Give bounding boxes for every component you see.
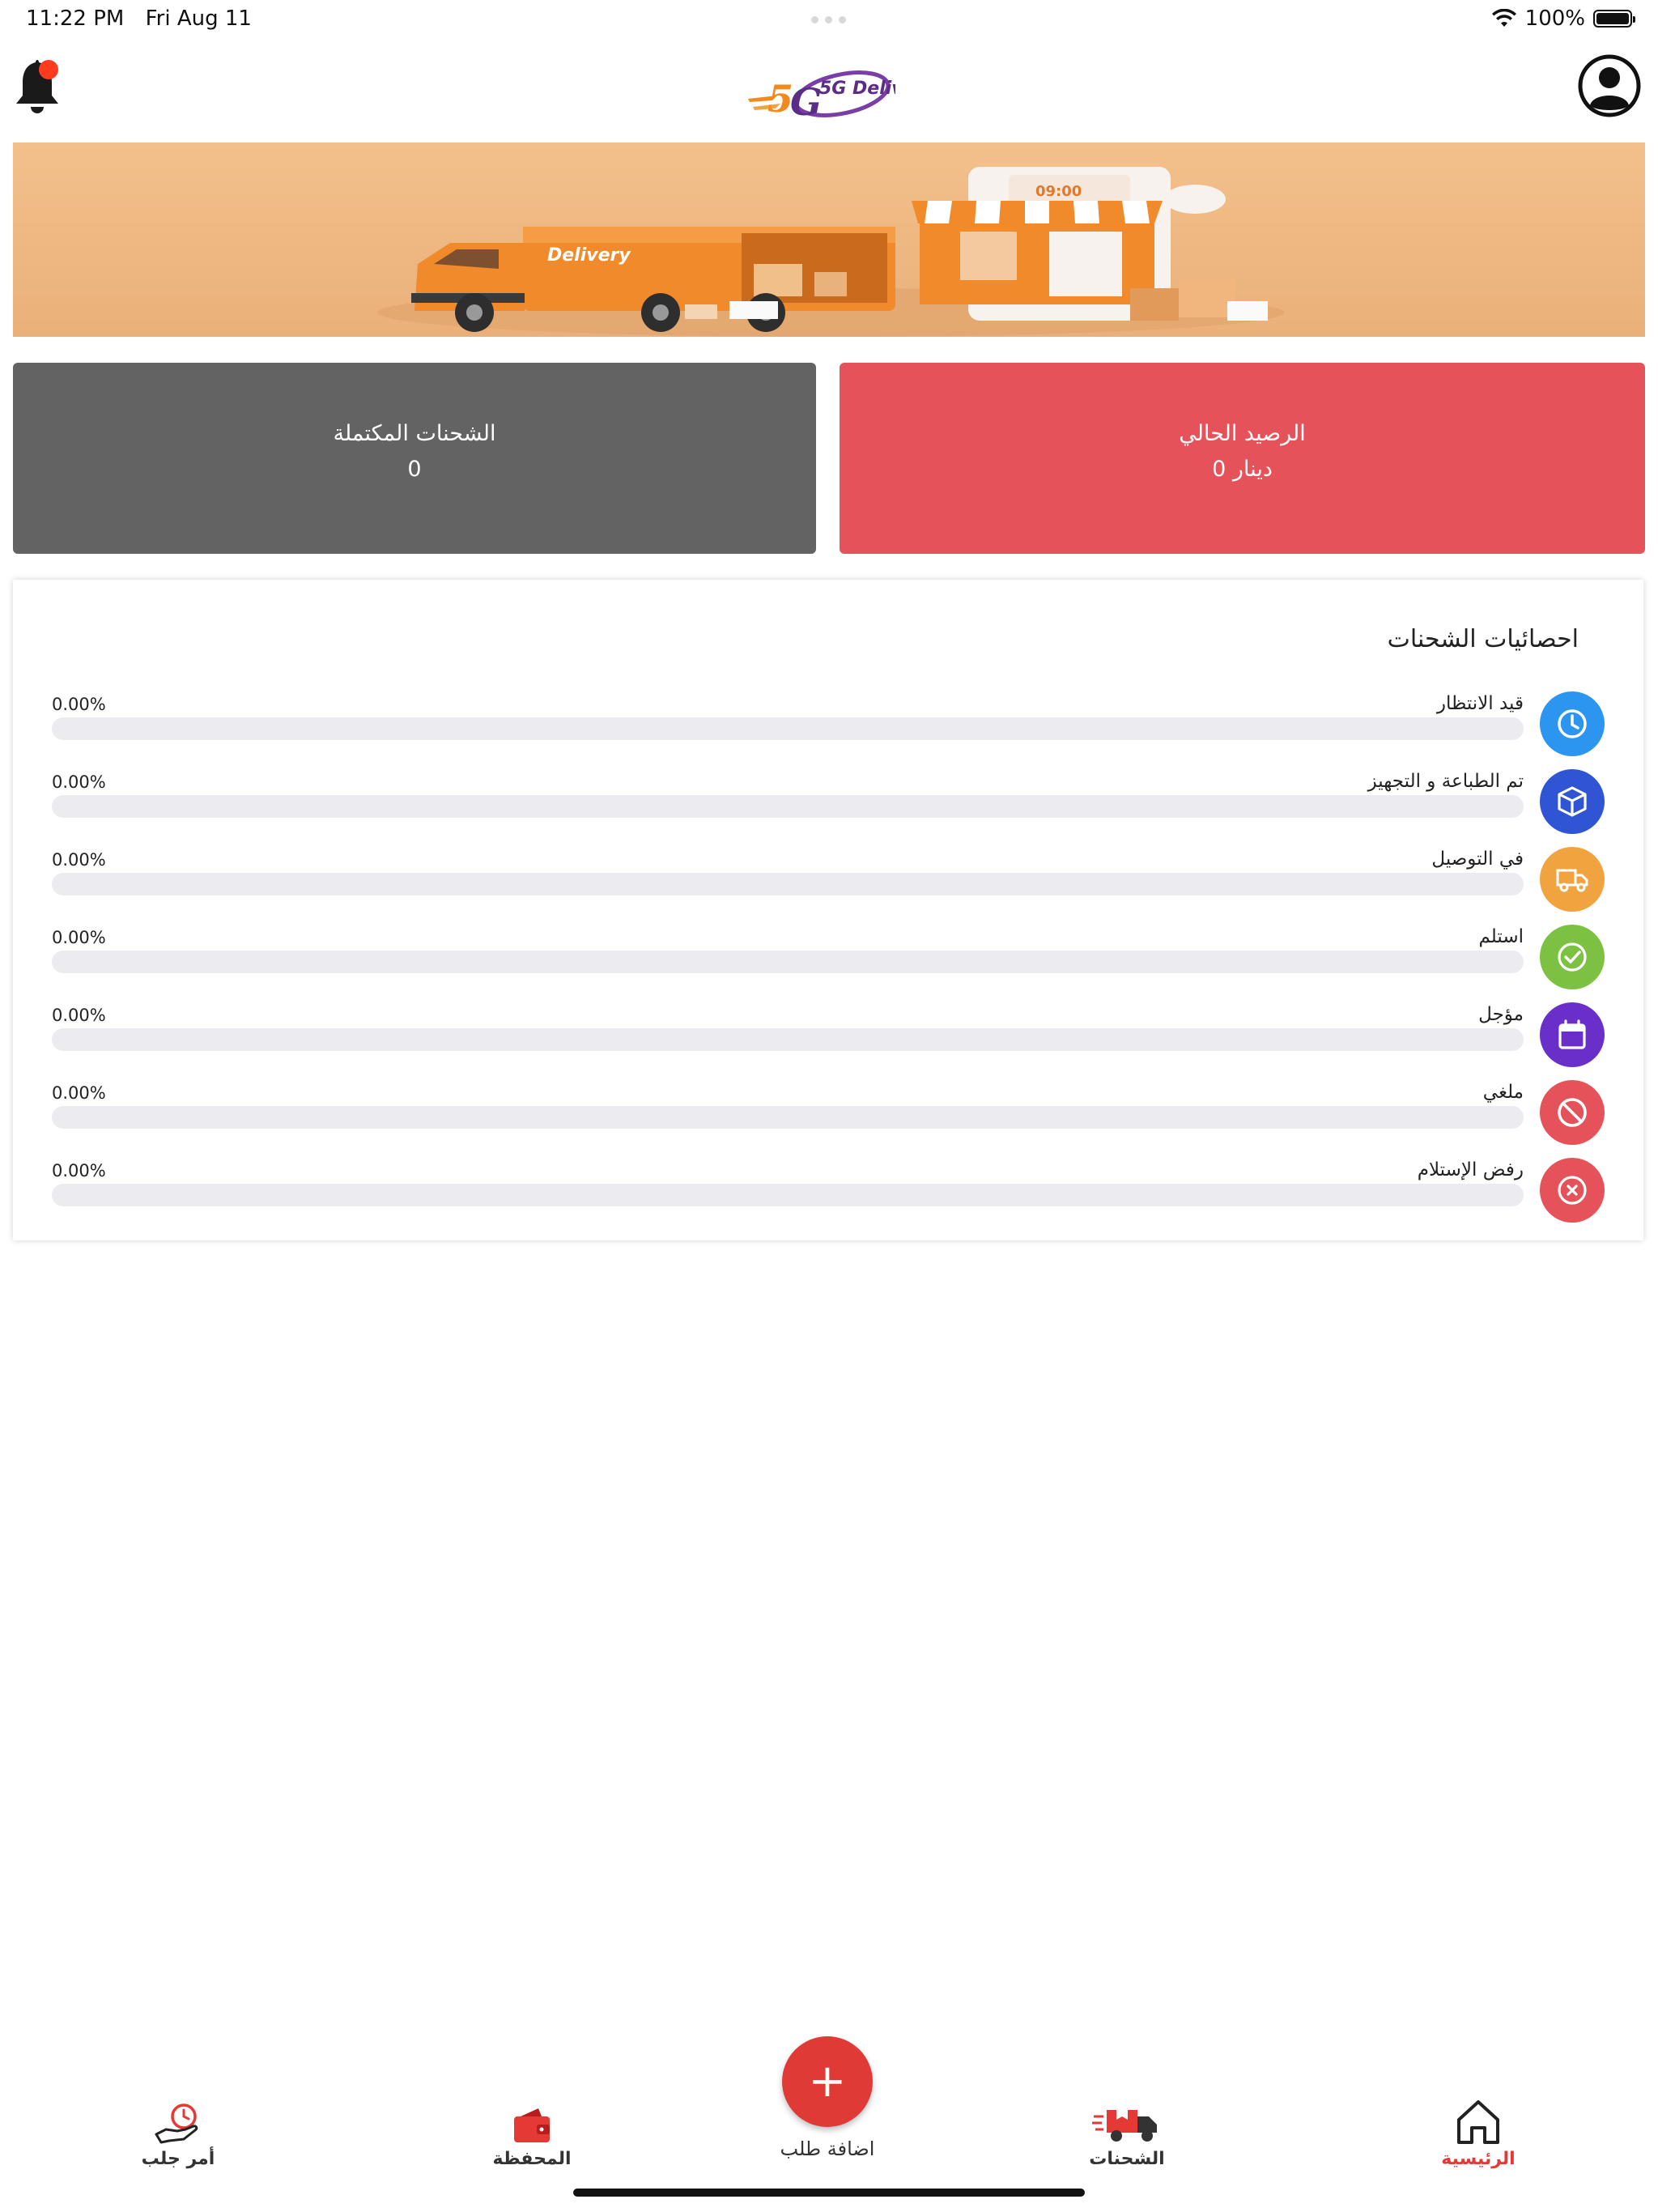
status-time-date: 11:22 PM Fri Aug 11 — [26, 6, 266, 31]
store-clock: 09:00 — [1035, 183, 1082, 200]
wifi-icon — [1491, 9, 1516, 27]
nav-pickup-label: أمر جلب — [141, 2149, 215, 2169]
stat-percent: 0.00% — [52, 1006, 106, 1025]
box-icon — [1540, 769, 1605, 834]
notification-badge — [39, 60, 58, 79]
stat-label: تم الطباعة و التجهيز — [1367, 771, 1524, 792]
stat-percent: 0.00% — [52, 695, 106, 714]
completed-shipments-value: 0 — [407, 457, 422, 482]
stat-label: في التوصيل — [1431, 849, 1524, 870]
calendar-icon — [1540, 1002, 1605, 1067]
stat-row-postponed: مؤجل 0.00% — [13, 991, 1643, 1069]
truck-label: Delivery — [547, 245, 631, 266]
battery-icon — [1593, 10, 1635, 28]
stat-row-rejected: رفض الإستلام 0.00% — [13, 1146, 1643, 1224]
svg-text:G: G — [790, 80, 822, 124]
stat-percent: 0.00% — [52, 1083, 106, 1103]
stat-row-received: استلم 0.00% — [13, 913, 1643, 991]
stat-row-pending: قيد الانتظار 0.00% — [13, 680, 1643, 758]
stat-progress-bar — [52, 1106, 1524, 1129]
stat-progress-bar — [52, 1184, 1524, 1206]
nav-home-label: الرئيسية — [1441, 2149, 1516, 2169]
stat-row-printed: تم الطباعة و التجهيز 0.00% — [13, 758, 1643, 836]
profile-avatar-icon[interactable] — [1577, 53, 1642, 118]
add-order-button[interactable]: + — [782, 2036, 873, 2127]
promo-banner[interactable]: Delivery 09:00 — [13, 143, 1645, 337]
nav-add-order-label[interactable]: اضافة طلب — [729, 2138, 926, 2160]
banner-illustration: Delivery 09:00 — [13, 143, 1645, 337]
x-circle-icon — [1540, 1158, 1605, 1223]
shipment-statistics-panel: احصائيات الشحنات قيد الانتظار 0.00% تم ا… — [13, 580, 1643, 1240]
completed-shipments-title: الشحنات المكتملة — [333, 421, 496, 446]
battery-percent: 100% — [1524, 6, 1585, 31]
nav-shipments-label: الشحنات — [1089, 2149, 1165, 2169]
nav-wallet-label: المحفظة — [492, 2149, 572, 2169]
logo-text: 5G Delivery — [819, 79, 895, 99]
home-indicator[interactable] — [573, 2189, 1085, 2197]
truck-icon — [1540, 847, 1605, 912]
stat-progress-bar — [52, 873, 1524, 895]
nav-pickup-order[interactable]: أمر جلب — [97, 2097, 259, 2169]
stat-progress-bar — [52, 795, 1524, 818]
nav-home[interactable]: الرئيسية — [1397, 2097, 1559, 2169]
ban-icon — [1540, 1080, 1605, 1145]
check-circle-icon — [1540, 925, 1605, 989]
app-logo: 5 G 5G Delivery — [748, 70, 895, 124]
stat-label: قيد الانتظار — [1436, 693, 1524, 714]
status-bar: 11:22 PM Fri Aug 11 100% — [0, 0, 1658, 40]
current-balance-title: الرصيد الحالي — [1179, 421, 1306, 446]
home-icon — [1457, 2100, 1499, 2144]
current-balance-card[interactable]: الرصيد الحالي 0 دينار — [840, 363, 1645, 554]
stat-percent: 0.00% — [52, 928, 106, 947]
pickup-clock-hand-icon — [155, 2104, 198, 2144]
delivery-truck-icon — [1092, 2110, 1157, 2142]
stat-label: استلم — [1478, 926, 1524, 947]
stat-row-cancelled: ملغي 0.00% — [13, 1069, 1643, 1146]
stat-percent: 0.00% — [52, 772, 106, 792]
stat-label: مؤجل — [1478, 1004, 1524, 1025]
completed-shipments-card[interactable]: الشحنات المكتملة 0 — [13, 363, 816, 554]
multitasking-dots[interactable] — [811, 16, 846, 23]
status-date: Fri Aug 11 — [145, 6, 252, 31]
plus-icon: + — [808, 2055, 847, 2108]
stat-progress-bar — [52, 1028, 1524, 1051]
clock-icon — [1540, 691, 1605, 756]
stat-percent: 0.00% — [52, 1161, 106, 1180]
stat-row-in-delivery: في التوصيل 0.00% — [13, 836, 1643, 913]
stat-label: ملغي — [1482, 1082, 1524, 1103]
stat-progress-bar — [52, 717, 1524, 740]
current-balance-value: 0 دينار — [1212, 457, 1273, 482]
stat-percent: 0.00% — [52, 850, 106, 870]
stat-label: رفض الإستلام — [1417, 1159, 1524, 1180]
wallet-icon — [514, 2108, 550, 2142]
status-right: 100% — [1491, 6, 1635, 31]
nav-wallet[interactable]: المحفظة — [451, 2097, 613, 2169]
statistics-title: احصائيات الشحنات — [1387, 625, 1579, 653]
nav-shipments[interactable]: الشحنات — [1046, 2097, 1208, 2169]
status-time: 11:22 PM — [26, 6, 125, 31]
stat-progress-bar — [52, 951, 1524, 973]
